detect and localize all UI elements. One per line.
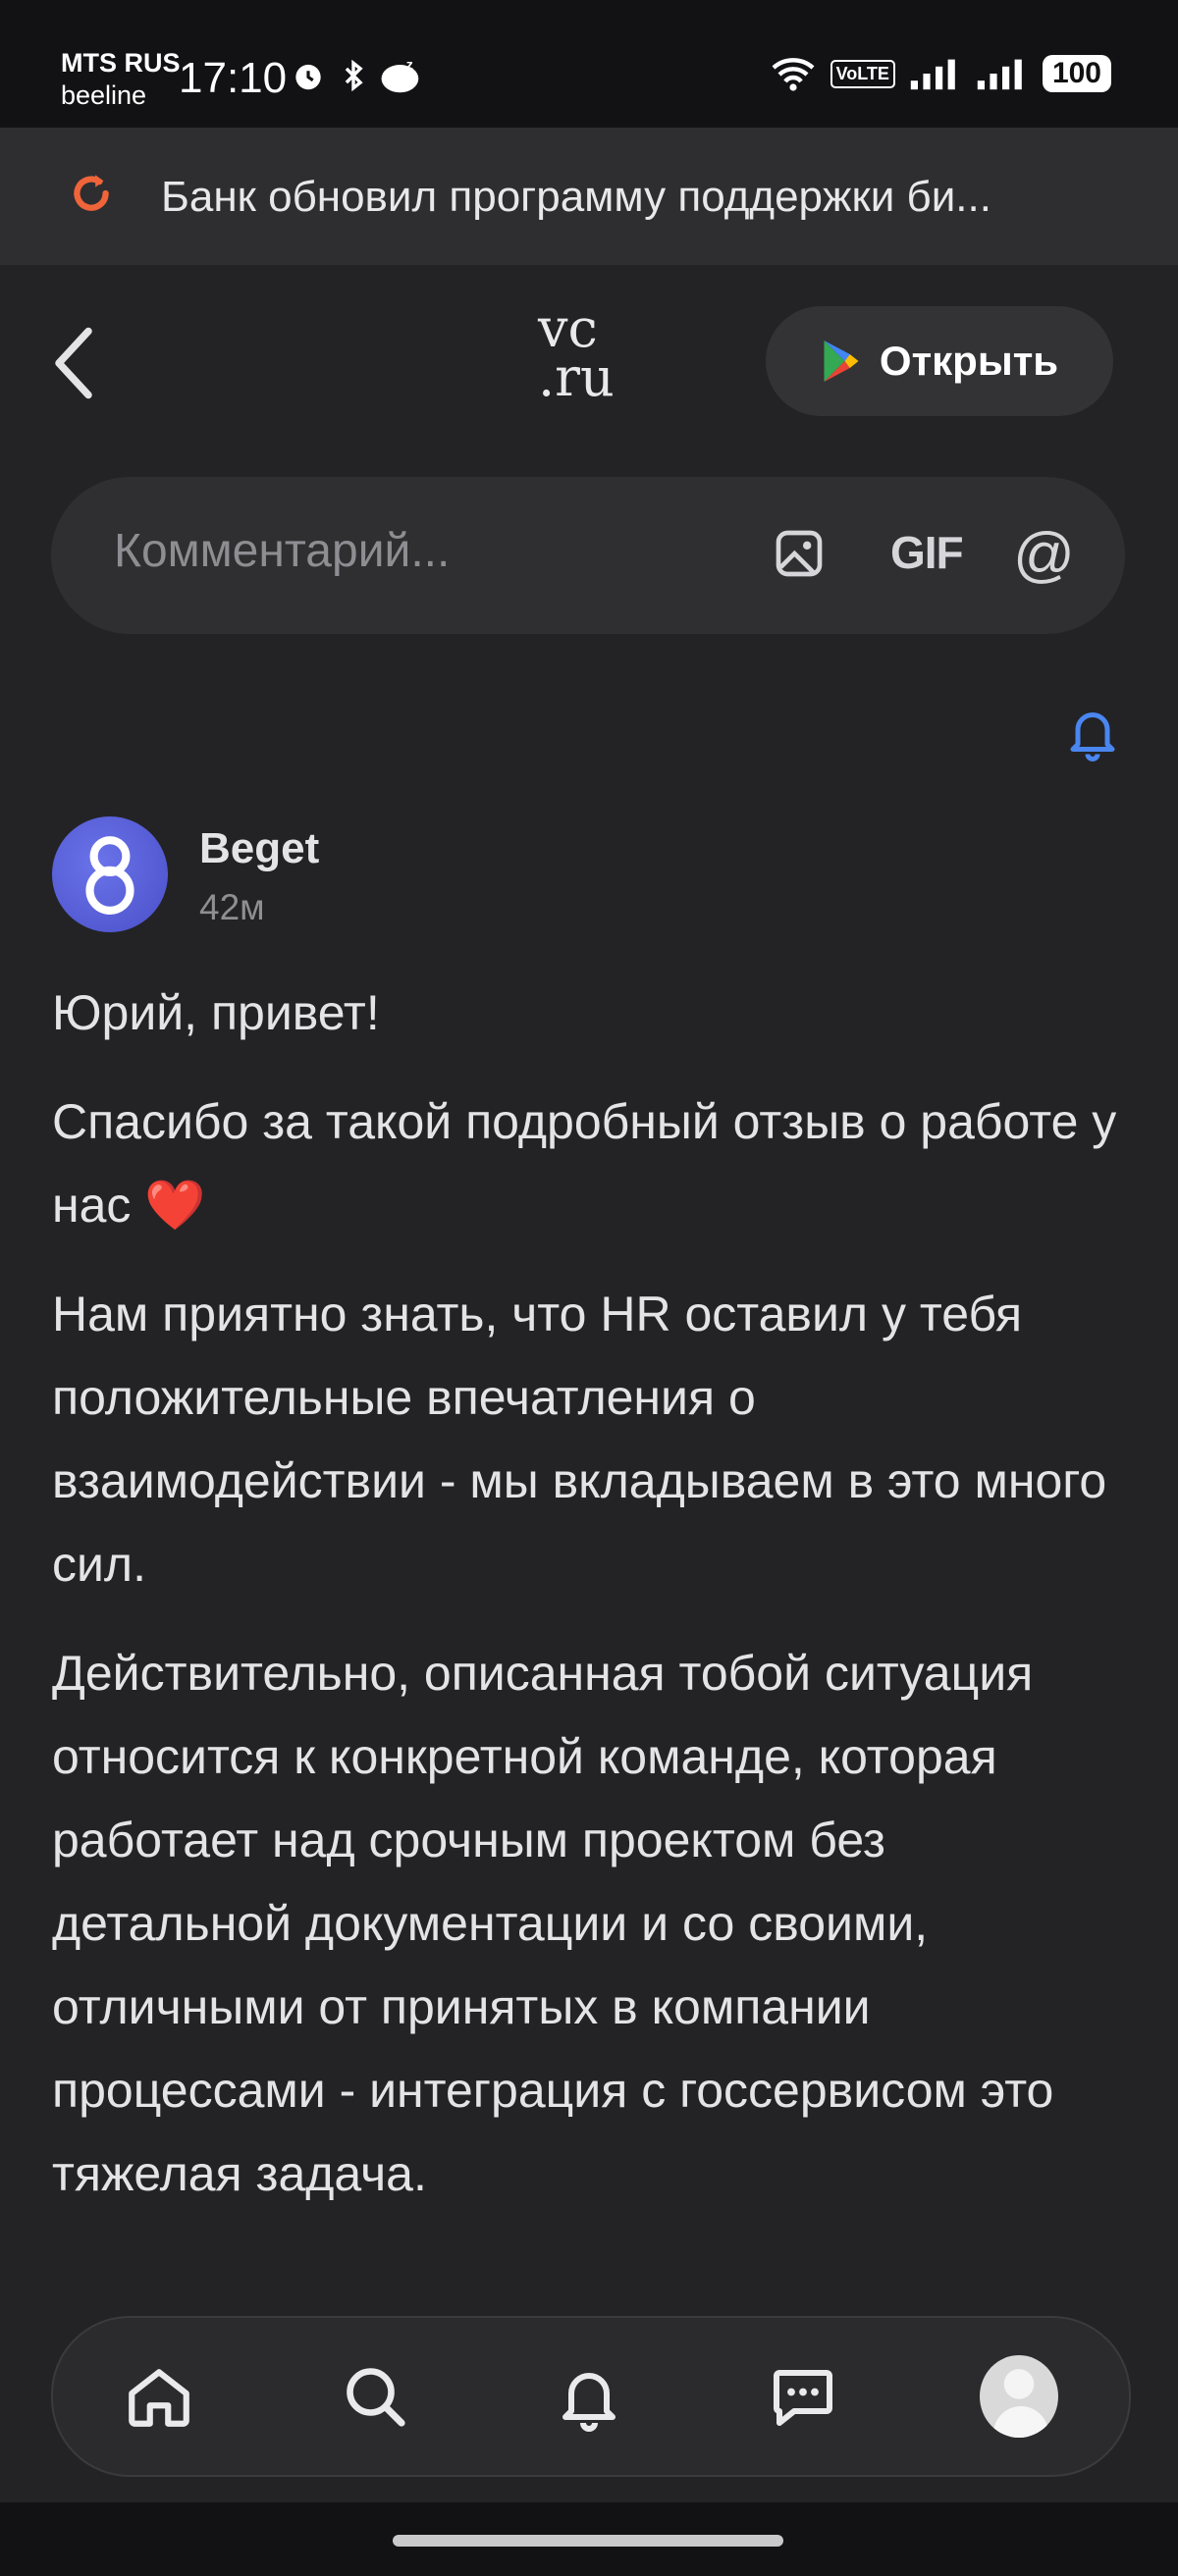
comment-body: Юрий, привет! Спасибо за такой подробный… xyxy=(52,972,1132,2241)
messages-icon xyxy=(774,2370,832,2426)
home-indicator[interactable] xyxy=(393,2535,783,2547)
comment-time: 42м xyxy=(199,887,265,927)
nav-home[interactable] xyxy=(120,2357,198,2436)
profile-avatar xyxy=(980,2355,1058,2438)
comment-input[interactable]: Комментарий... GIF @ xyxy=(51,477,1125,634)
bluetooth-icon xyxy=(345,59,363,92)
logo-line-2: .ru xyxy=(538,346,615,408)
google-play-icon xyxy=(824,341,859,382)
volte-badge: VoLTE xyxy=(830,59,895,88)
nav-profile[interactable] xyxy=(980,2355,1058,2438)
sleep-mode-icon: z xyxy=(381,57,419,93)
subscribe-bell-icon[interactable] xyxy=(1063,703,1122,762)
refresh-icon xyxy=(74,175,109,211)
carrier-1: MTS RUS xyxy=(61,48,181,78)
bottom-navigation xyxy=(51,2316,1131,2477)
signal-icon-2 xyxy=(977,59,1022,90)
home-icon xyxy=(129,2369,189,2427)
carrier-info: MTS RUS beeline xyxy=(61,47,181,112)
svg-text:z: z xyxy=(406,57,413,73)
status-icons: z xyxy=(290,57,423,94)
comment-placeholder: Комментарий... xyxy=(114,525,451,577)
open-app-button[interactable]: Открыть xyxy=(766,306,1113,416)
alarm-icon xyxy=(295,64,321,90)
bell-icon xyxy=(562,2373,616,2432)
wifi-icon xyxy=(772,58,815,91)
back-icon[interactable] xyxy=(49,324,98,402)
banner-text[interactable]: Банк обновил программу поддержки би... xyxy=(161,173,1123,222)
status-right: VoLTE 100 xyxy=(770,55,1111,92)
status-bar: MTS RUS beeline 17:10 z VoLTE 100 xyxy=(0,0,1178,128)
mention-button[interactable]: @ xyxy=(1013,520,1075,590)
search-icon xyxy=(347,2368,405,2427)
signal-icon-1 xyxy=(910,59,955,90)
nav-messages[interactable] xyxy=(764,2357,842,2436)
comment-paragraph: Юрий, привет! xyxy=(52,985,380,1040)
author-avatar[interactable] xyxy=(52,816,168,932)
comment-paragraph: Нам приятно знать, что HR оставил у тебя… xyxy=(52,1287,1107,1592)
status-time: 17:10 xyxy=(179,54,288,102)
battery-indicator: 100 xyxy=(1042,55,1111,92)
author-name[interactable]: Beget xyxy=(199,824,319,873)
gif-button[interactable]: GIF xyxy=(890,526,964,579)
nav-search[interactable] xyxy=(336,2357,414,2436)
carrier-2: beeline xyxy=(61,80,147,110)
nav-notifications[interactable] xyxy=(550,2357,628,2436)
vc-logo[interactable]: vc .ru xyxy=(538,302,615,408)
image-attach-icon[interactable] xyxy=(772,526,827,581)
comment-paragraph: Спасибо за такой подробный отзыв о работ… xyxy=(52,1094,1117,1233)
open-button-label: Открыть xyxy=(879,338,1059,384)
beget-logo-icon xyxy=(85,836,134,915)
comment-paragraph: Действительно, описанная тобой ситуация … xyxy=(52,1646,1054,2201)
